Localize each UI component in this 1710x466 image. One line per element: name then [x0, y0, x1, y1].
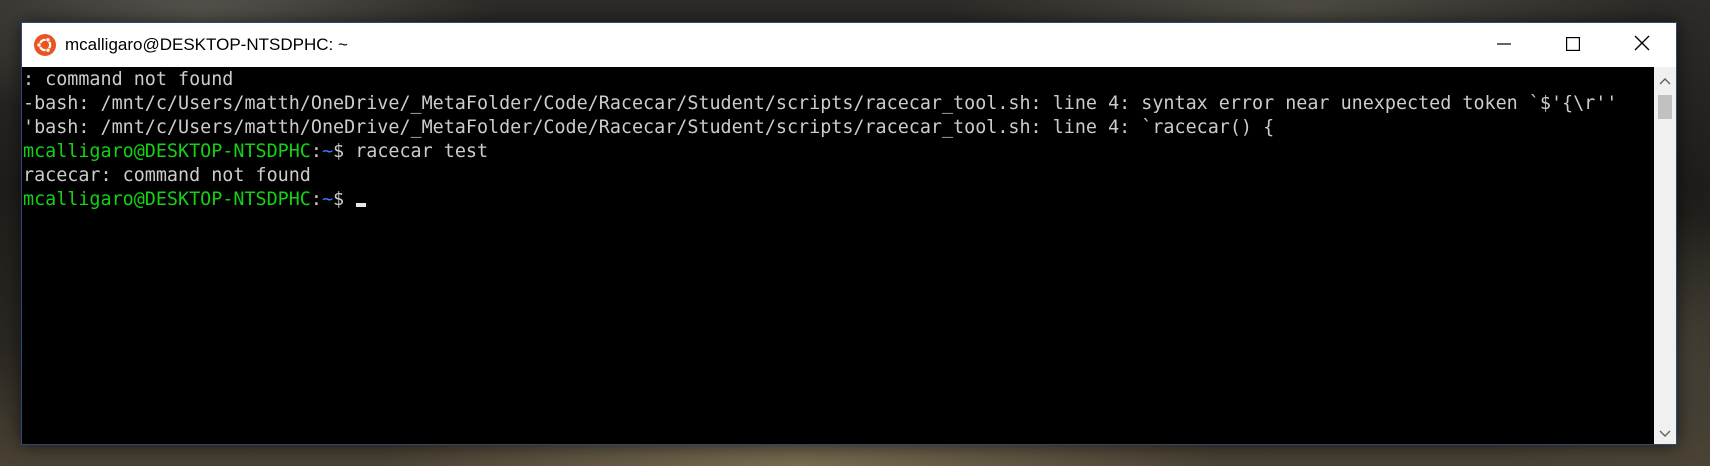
entered-command: racecar test — [355, 141, 489, 162]
terminal-window[interactable]: mcalligaro@DESKTOP-NTSDPHC: ~ : command … — [21, 22, 1677, 445]
close-icon — [1634, 35, 1650, 55]
minimize-button[interactable] — [1469, 23, 1538, 67]
prompt-symbol: $ — [333, 141, 356, 162]
maximize-button[interactable] — [1538, 23, 1607, 67]
window-controls — [1469, 23, 1676, 67]
maximize-icon — [1565, 36, 1580, 55]
prompt-separator: : — [310, 141, 322, 162]
terminal-line: 'bash: /mnt/c/Users/matth/OneDrive/_Meta… — [23, 117, 1275, 138]
terminal-line: : command not found — [23, 69, 234, 90]
prompt-path: ~ — [321, 189, 334, 210]
scroll-down-arrow-icon — [1659, 423, 1671, 442]
scroll-up-arrow-icon — [1659, 70, 1671, 89]
scroll-up-button[interactable] — [1654, 69, 1676, 89]
title-bar[interactable]: mcalligaro@DESKTOP-NTSDPHC: ~ — [22, 23, 1676, 67]
vertical-scrollbar[interactable] — [1654, 67, 1676, 444]
prompt-user-host: mcalligaro@DESKTOP-NTSDPHC — [23, 141, 311, 162]
terminal-line: racecar: command not found — [23, 165, 311, 186]
close-button[interactable] — [1607, 23, 1676, 67]
ubuntu-icon[interactable] — [33, 33, 57, 57]
prompt-user-host: mcalligaro@DESKTOP-NTSDPHC — [23, 189, 311, 210]
window-title: mcalligaro@DESKTOP-NTSDPHC: ~ — [65, 35, 348, 54]
text-cursor — [356, 203, 367, 207]
prompt-path: ~ — [321, 141, 334, 162]
minimize-icon — [1496, 36, 1511, 55]
terminal-line: -bash: /mnt/c/Users/matth/OneDrive/_Meta… — [23, 93, 1618, 114]
prompt-separator: : — [310, 189, 322, 210]
scroll-down-button[interactable] — [1654, 422, 1676, 442]
prompt-line-active[interactable]: mcalligaro@DESKTOP-NTSDPHC:~$ — [22, 188, 1656, 212]
scrollbar-thumb[interactable] — [1658, 95, 1672, 119]
terminal-output[interactable]: : command not found -bash: /mnt/c/Users/… — [22, 67, 1656, 444]
prompt-line: mcalligaro@DESKTOP-NTSDPHC:~$ racecar te… — [22, 140, 1656, 164]
prompt-symbol: $ — [333, 189, 356, 210]
